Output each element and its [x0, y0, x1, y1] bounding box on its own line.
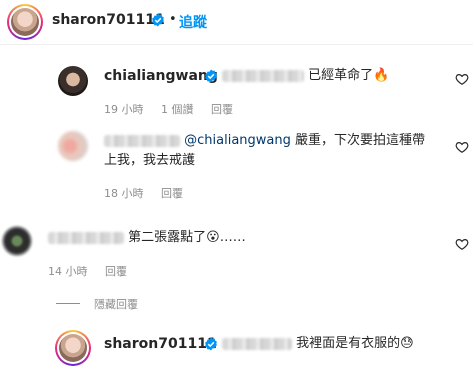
comment-meta: 18 小時 回覆 — [104, 185, 197, 201]
comment-body-line2: 上我，我去戒護 — [104, 153, 196, 168]
like-heart-icon[interactable] — [455, 72, 469, 86]
surprised-emoji: 😮 — [206, 230, 220, 245]
comment-3: 第二張露點了😮…… 14 小時 回覆 — [0, 206, 473, 281]
verified-badge-icon — [152, 13, 164, 27]
reply-comment: sharon701111 我裡面是有衣服的😓 — [0, 322, 473, 366]
avatar[interactable] — [2, 226, 32, 256]
like-heart-icon[interactable] — [455, 140, 469, 154]
comment-text: 已經革命了🔥 — [222, 66, 389, 86]
comment-meta: 14 小時 回覆 — [48, 263, 141, 279]
comment-body-line1: 嚴重，下次要拍這種帶 — [290, 133, 426, 148]
avatar[interactable] — [11, 8, 39, 36]
blurred-mention — [222, 337, 292, 350]
comment-text: @chialiangwang 嚴重，下次要拍這種帶 上我，我去戒護 — [104, 131, 444, 171]
comment-likes[interactable]: 1 個讚 — [161, 103, 194, 116]
header-divider — [0, 44, 473, 45]
reply-button[interactable]: 回覆 — [211, 103, 233, 116]
reply-button[interactable]: 回覆 — [105, 265, 127, 278]
avatar[interactable] — [59, 334, 87, 362]
comment-2: @chialiangwang 嚴重，下次要拍這種帶 上我，我去戒護 18 小時 … — [0, 121, 473, 206]
mention-link[interactable]: @chialiangwang — [184, 133, 291, 148]
follow-button[interactable]: 追蹤 — [179, 12, 207, 32]
comment-time: 18 小時 — [104, 187, 144, 200]
comment-1: chialiangwang 已經革命了🔥 19 小時 1 個讚 回覆 — [0, 56, 473, 121]
blurred-username — [104, 134, 180, 147]
post-header: sharon701111 • 追蹤 — [0, 0, 473, 44]
avatar-story-ring[interactable] — [7, 4, 43, 40]
comment-meta: 19 小時 1 個讚 回覆 — [104, 101, 247, 117]
like-heart-icon[interactable] — [455, 237, 469, 251]
comment-username[interactable]: chialiangwang — [104, 68, 218, 84]
reply-button[interactable]: 回覆 — [161, 187, 183, 200]
blurred-mention — [222, 69, 304, 82]
comment-time: 14 小時 — [48, 265, 88, 278]
comment-time: 19 小時 — [104, 103, 144, 116]
blurred-username — [48, 231, 124, 244]
comment-ellipsis: …… — [219, 230, 246, 245]
header-separator: • — [169, 12, 177, 27]
avatar[interactable] — [58, 131, 88, 161]
comment-body: 已經革命了 — [308, 68, 374, 83]
comment-body: 第二張露點了 — [128, 230, 207, 245]
fire-emoji: 🔥 — [373, 68, 390, 83]
avatar[interactable] — [58, 66, 88, 96]
header-username[interactable]: sharon701111 — [52, 12, 165, 28]
reply-body: 我裡面是有衣服的 — [296, 336, 401, 351]
sweat-emoji: 😓 — [400, 336, 414, 351]
hide-replies-line — [56, 303, 80, 304]
hide-replies-label[interactable]: 隱藏回覆 — [94, 296, 138, 312]
reply-text: 我裡面是有衣服的😓 — [222, 334, 414, 354]
verified-badge-icon — [205, 69, 217, 83]
comment-text: 第二張露點了😮…… — [48, 228, 246, 248]
verified-badge-icon — [205, 337, 217, 351]
avatar-story-ring[interactable] — [55, 330, 91, 366]
